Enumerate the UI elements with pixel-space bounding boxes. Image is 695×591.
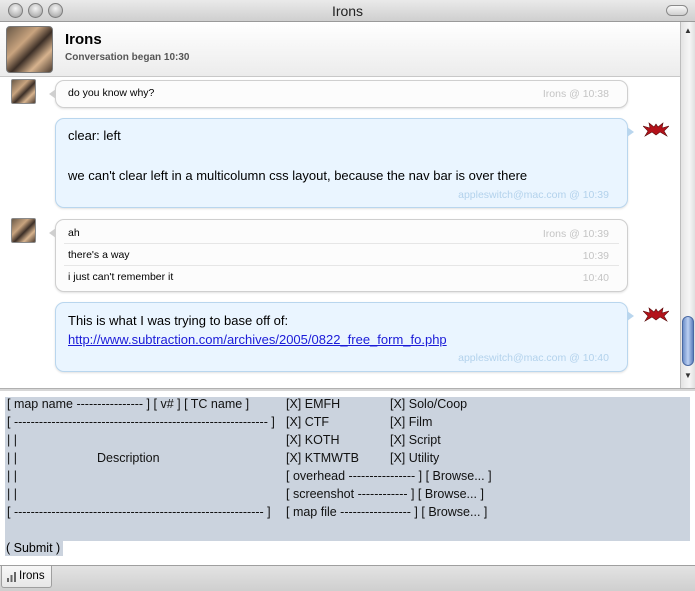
message-text: we can't clear left in a multicolumn css…: [68, 168, 528, 183]
contact-name: Irons: [65, 31, 102, 48]
scroll-up-arrow-icon[interactable]: ▲: [683, 26, 693, 36]
message-text: This is what I was trying to base off of…: [68, 313, 289, 328]
message-separator: [64, 265, 619, 266]
message-timestamp: 10:40: [582, 272, 609, 284]
contact-avatar: [6, 26, 53, 73]
message-link[interactable]: http://www.subtraction.com/archives/2005…: [68, 332, 447, 347]
signal-bars-icon: [7, 572, 16, 582]
form-field: [ map file ----------------- ] [ Browse.…: [286, 505, 488, 519]
bat-avatar-icon: [643, 307, 669, 322]
form-line: [ --------------------------------------…: [7, 505, 271, 519]
message-timestamp: Irons @ 10:38: [542, 88, 609, 100]
conversation-start-time: Conversation began 10:30: [65, 52, 190, 63]
form-option: [X] Film: [390, 415, 433, 429]
message-bubble: clear: left we can't clear left in a mul…: [55, 118, 634, 208]
toolbar-toggle-button[interactable]: [666, 5, 688, 16]
form-line: | |: [7, 433, 17, 447]
form-option: [X] EMFH: [286, 397, 341, 411]
form-option: [X] KOTH: [286, 433, 340, 447]
tab-irons[interactable]: Irons: [1, 566, 52, 588]
transcript-scrollbar[interactable]: ▲ ▼: [680, 22, 695, 388]
message-text: clear: left: [68, 128, 121, 143]
window-titlebar: Irons: [0, 0, 695, 22]
bat-avatar-icon: [643, 122, 669, 137]
irons-avatar: [11, 218, 36, 243]
bubble-tail: [627, 311, 634, 321]
form-field: [ overhead ---------------- ] [ Browse..…: [286, 469, 492, 483]
irons-avatar: [11, 79, 36, 104]
message-timestamp: Irons @ 10:39: [542, 228, 609, 240]
message-text: do you know why?: [68, 87, 155, 99]
conversation-header: Irons Conversation began 10:30: [0, 22, 680, 77]
message-bubble: This is what I was trying to base off of…: [55, 302, 634, 372]
tab-label: Irons: [19, 570, 45, 582]
form-line: | |: [7, 451, 17, 465]
pane-splitter[interactable]: [0, 388, 695, 391]
bubble-tail: [49, 89, 56, 99]
form-option: [X] Utility: [390, 451, 440, 465]
message-timestamp: appleswitch@mac.com @ 10:40: [458, 352, 609, 364]
scroll-down-arrow-icon[interactable]: ▼: [683, 371, 693, 381]
form-option: [X] Solo/Coop: [390, 397, 468, 411]
tab-bar: Irons: [0, 565, 695, 591]
message-text: i just can't remember it: [68, 271, 174, 283]
bubble-tail: [627, 127, 634, 137]
form-option: [X] KTMWTB: [286, 451, 359, 465]
form-line: | |: [7, 469, 17, 483]
window-title: Irons: [331, 3, 364, 19]
message-timestamp: 10:39: [582, 250, 609, 262]
message-bubble: do you know why? Irons @ 10:38: [49, 80, 628, 108]
bubble-tail: [49, 228, 56, 238]
form-option: [X] Script: [390, 433, 441, 447]
description-label: Description: [97, 451, 160, 465]
scroll-thumb[interactable]: [682, 316, 694, 366]
message-bubble: ah Irons @ 10:39 there's a way 10:39 i j…: [49, 219, 628, 292]
form-field: [ screenshot ------------ ] [ Browse... …: [286, 487, 484, 501]
form-line: [ --------------------------------------…: [7, 415, 275, 429]
form-line: | |: [7, 487, 17, 501]
message-timestamp: appleswitch@mac.com @ 10:39: [458, 189, 609, 201]
form-option: [X] CTF: [286, 415, 330, 429]
submit-label: ( Submit ): [5, 541, 63, 556]
message-separator: [64, 243, 619, 244]
form-line: [ map name ---------------- ] [ v# ] [ T…: [7, 397, 250, 411]
message-text: there's a way: [68, 249, 130, 261]
message-text: ah: [68, 227, 80, 239]
